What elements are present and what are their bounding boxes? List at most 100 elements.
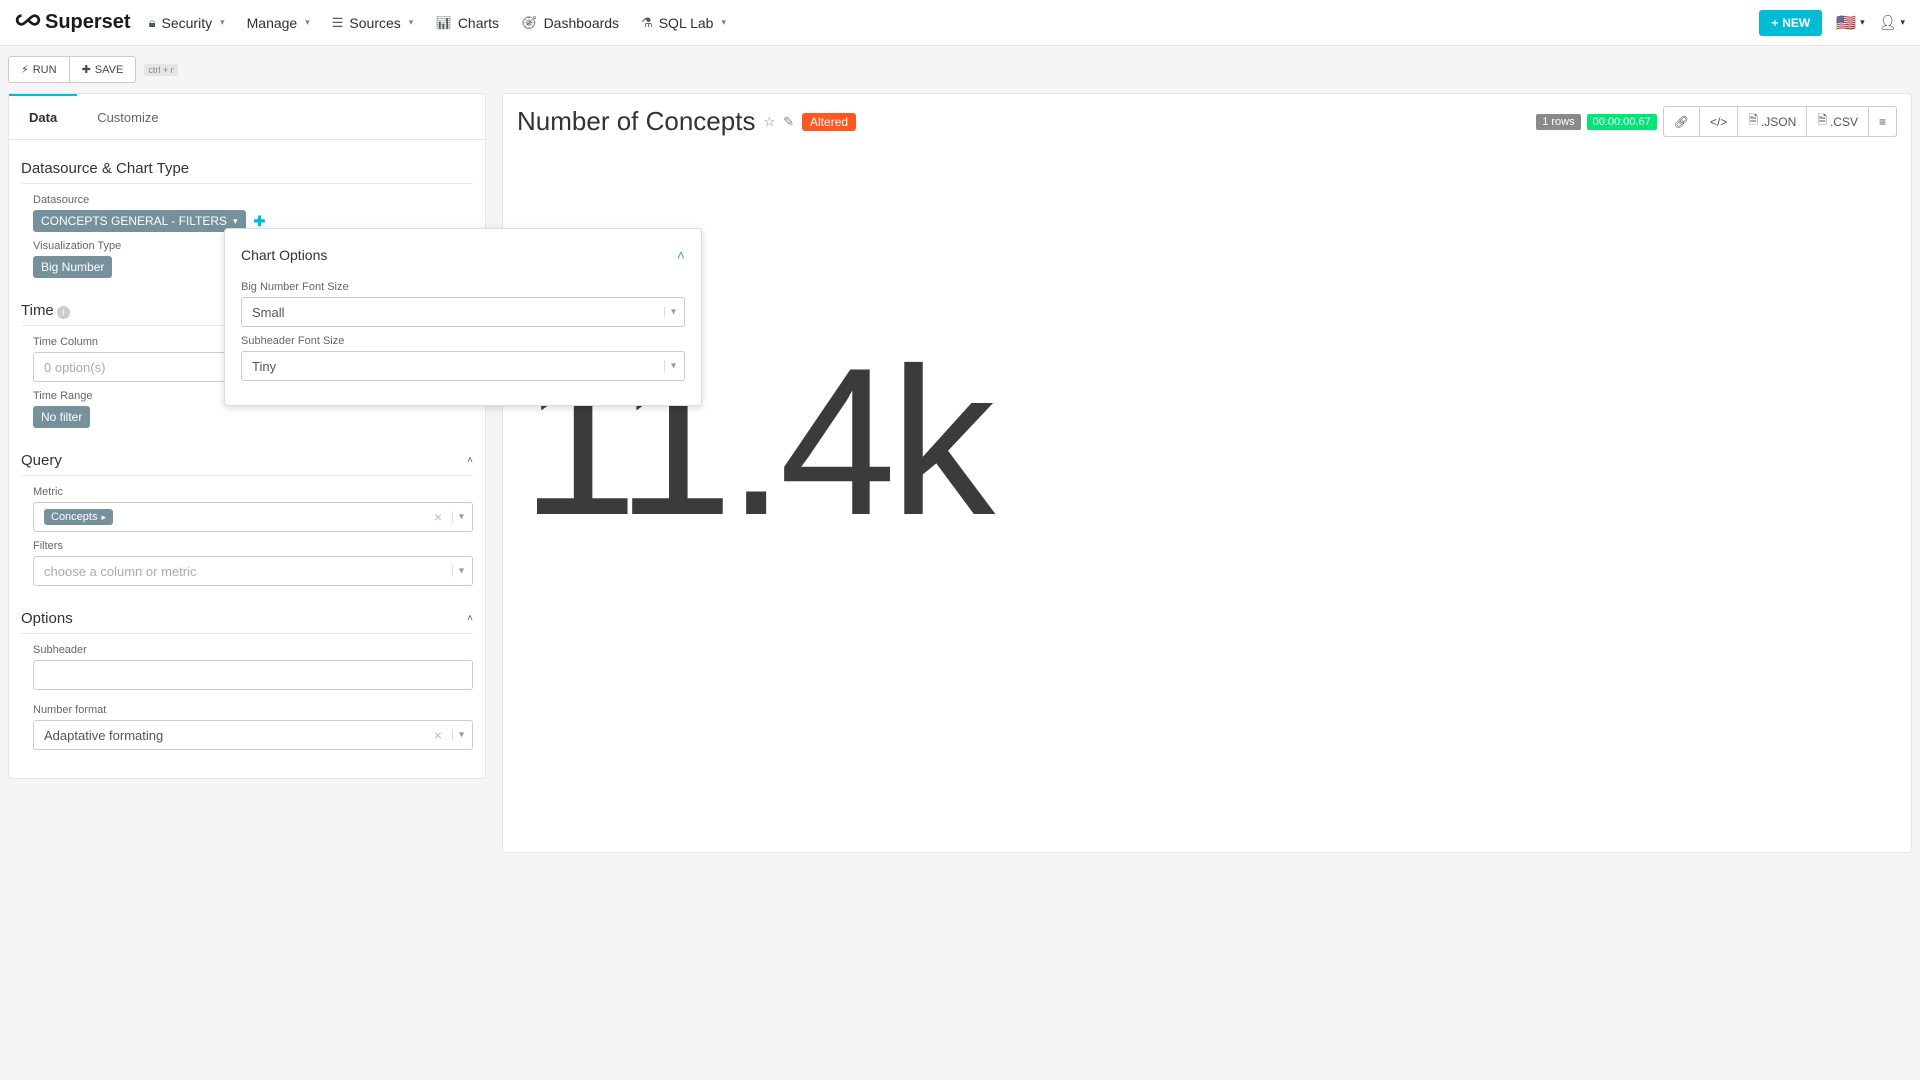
filters-label: Filters xyxy=(33,540,473,552)
chart-title[interactable]: Number of Concepts xyxy=(517,106,755,137)
section-label: Datasource & Chart Type xyxy=(21,160,189,177)
tab-data[interactable]: Data xyxy=(9,94,77,139)
save-label: SAVE xyxy=(95,64,124,76)
nav-label: Manage xyxy=(247,15,298,31)
link-button[interactable]: 🔗︎ xyxy=(1663,106,1700,137)
nav-sources[interactable]: ☰Sources▾ xyxy=(332,15,414,31)
collapse-toggle[interactable]: ˄ xyxy=(467,455,473,466)
popover-title-row: Chart Options˄ xyxy=(241,241,685,273)
chart-header: Number of Concepts ☆ ✎ Altered 1 rows 00… xyxy=(517,106,1897,137)
user-menu[interactable]: 👤︎▾ xyxy=(1879,14,1905,31)
chevron-down-icon: ▾ xyxy=(1900,17,1905,28)
collapse-toggle[interactable]: ˄ xyxy=(677,247,685,263)
number-format-select[interactable]: Adaptative formating xyxy=(33,720,473,750)
viz-type-selector[interactable]: Big Number xyxy=(33,256,112,278)
brand[interactable]: Superset xyxy=(15,7,131,39)
select-value: Small xyxy=(252,305,285,320)
link-icon: 🔗︎ xyxy=(1674,115,1689,129)
plus-circle-icon: ✚ xyxy=(82,63,91,76)
csv-button[interactable]: 🗎.CSV xyxy=(1807,106,1869,137)
chip-text: Big Number xyxy=(41,260,104,274)
subheader-input[interactable] xyxy=(33,660,473,690)
bolt-icon: ⚡︎ xyxy=(21,63,29,76)
flask-icon: ⚗︎ xyxy=(641,15,653,31)
database-icon: ☰ xyxy=(332,15,344,31)
nav-dashboards[interactable]: 🧭︎ Dashboards xyxy=(521,15,619,31)
subheader-label: Subheader xyxy=(33,644,473,656)
save-button[interactable]: ✚ SAVE xyxy=(69,56,137,83)
new-button[interactable]: + NEW xyxy=(1759,10,1822,36)
select-value: 0 option(s) xyxy=(44,360,105,375)
nav-label: Dashboards xyxy=(544,15,620,31)
dashboard-icon: 🧭︎ xyxy=(521,15,538,31)
metric-select[interactable]: Concepts▸ xyxy=(33,502,473,532)
chip-text: No filter xyxy=(41,410,82,424)
plus-icon: + xyxy=(1771,16,1778,30)
info-icon[interactable]: i xyxy=(57,306,70,319)
metric-chip[interactable]: Concepts▸ xyxy=(44,509,113,525)
language-selector[interactable]: 🇺🇸 ▾ xyxy=(1836,13,1864,33)
section-label: Time xyxy=(21,302,54,319)
timer-badge: 00:00:00.67 xyxy=(1587,114,1657,130)
nav-sqllab[interactable]: ⚗︎ SQL Lab ▾ xyxy=(641,15,726,31)
nav-charts[interactable]: 📊︎ Charts xyxy=(435,15,499,31)
body: Data Customize Datasource & Chart Type D… xyxy=(0,93,1920,853)
nav-label: Sources xyxy=(349,15,400,31)
metric-label: Metric xyxy=(33,486,473,498)
chevron-down-icon: ▾ xyxy=(220,17,225,28)
section-label: Query xyxy=(21,452,62,469)
action-bar: ⚡︎RUN ✚SAVE ctrl + r xyxy=(0,46,1920,93)
nav-items: 🔒︎ Security ▾ Manage ▾ ☰ Sources ▾ 📊︎ Charts 🧭… xyxy=(149,15,1760,31)
btn-label: .JSON xyxy=(1761,115,1796,129)
menu-button[interactable]: ≡ xyxy=(1869,106,1897,137)
bignumber-font-label: Big Number Font Size xyxy=(241,281,685,293)
btn-label: .CSV xyxy=(1830,115,1858,129)
select-value: Adaptative formating xyxy=(44,728,163,743)
collapse-toggle[interactable]: ˄ xyxy=(467,613,473,624)
add-datasource-button[interactable]: ✚ xyxy=(254,213,266,230)
chart-header-right: 1 rows 00:00:00.67 🔗︎ </> 🗎.JSON 🗎.CSV ≡ xyxy=(1536,106,1897,137)
datasource-selector[interactable]: CONCEPTS GENERAL - FILTERS▾ xyxy=(33,210,246,232)
json-button[interactable]: 🗎.JSON xyxy=(1738,106,1807,137)
select-placeholder: choose a column or metric xyxy=(44,564,196,579)
nav-label: Charts xyxy=(458,15,499,31)
chevron-down-icon: ▾ xyxy=(721,17,726,28)
nav-right: +NEW 🇺🇸 ▾ 👤︎▾ xyxy=(1759,10,1905,36)
nav-label: Security xyxy=(162,15,213,31)
chart-action-buttons: 🔗︎ </> 🗎.JSON 🗎.CSV ≡ xyxy=(1663,106,1897,137)
chart-panel: Number of Concepts ☆ ✎ Altered 1 rows 00… xyxy=(502,93,1912,853)
infinity-logo-icon xyxy=(15,7,41,39)
top-navbar: Superset 🔒︎ Security ▾ Manage ▾ ☰ Sources ▾ 📊… xyxy=(0,0,1920,46)
tab-customize[interactable]: Customize xyxy=(77,94,178,139)
number-format-label: Number format xyxy=(33,704,473,716)
section-label: Options xyxy=(21,610,73,627)
edit-icon[interactable]: ✎ xyxy=(783,114,794,130)
select-value: Tiny xyxy=(252,359,276,374)
chevron-down-icon: ▾ xyxy=(1860,17,1865,28)
code-icon: </> xyxy=(1710,115,1727,129)
nav-label: SQL Lab xyxy=(659,15,714,31)
chip-text: Concepts xyxy=(51,511,97,523)
time-range-selector[interactable]: No filter xyxy=(33,406,90,428)
run-button[interactable]: ⚡︎ RUN xyxy=(8,56,69,83)
new-label: NEW xyxy=(1782,16,1810,30)
section-options-title: Options ˄ xyxy=(21,604,473,634)
nav-manage[interactable]: Manage ▾ xyxy=(247,15,310,31)
section-datasource-title: Datasource & Chart Type xyxy=(21,154,473,184)
altered-badge[interactable]: Altered xyxy=(802,113,856,131)
user-icon: 👤︎ xyxy=(1879,14,1897,31)
chevron-down-icon: ▾ xyxy=(233,216,238,227)
controls-panel: Data Customize Datasource & Chart Type D… xyxy=(8,93,486,779)
filters-select[interactable]: choose a column or metric xyxy=(33,556,473,586)
subheader-font-select[interactable]: Tiny xyxy=(241,351,685,381)
hamburger-icon: ≡ xyxy=(1879,115,1886,129)
star-icon[interactable]: ☆ xyxy=(763,114,775,130)
run-label: RUN xyxy=(33,64,57,76)
bignumber-font-select[interactable]: Small xyxy=(241,297,685,327)
nav-security[interactable]: 🔒︎ Security ▾ xyxy=(149,15,225,31)
embed-button[interactable]: </> xyxy=(1700,106,1738,137)
section-query-title: Query ˄ xyxy=(21,446,473,476)
lock-icon: 🔒︎ xyxy=(149,15,156,31)
chart-icon: 📊︎ xyxy=(435,15,452,31)
chevron-down-icon: ▾ xyxy=(305,17,310,28)
